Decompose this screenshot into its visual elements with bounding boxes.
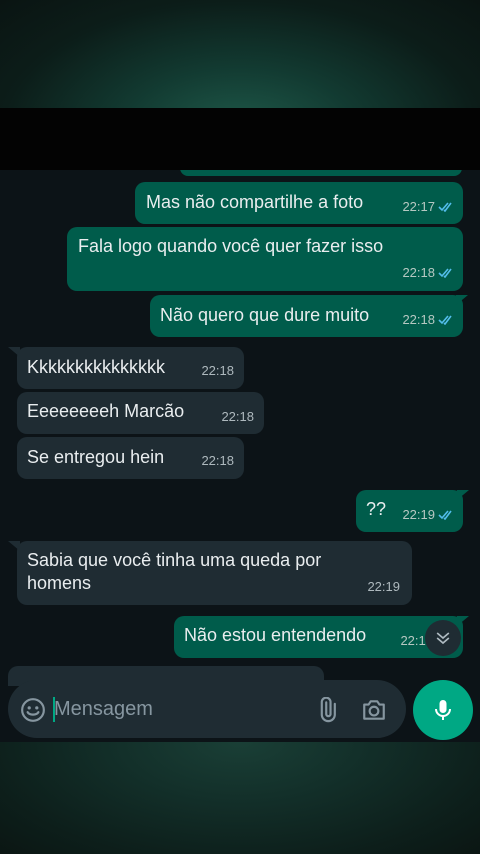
message-bubble-outgoing[interactable]: Mas não compartilhe a foto 22:17 bbox=[135, 182, 463, 224]
message-bubble-outgoing[interactable]: Não estou entendendo 22:19 bbox=[174, 616, 463, 658]
message-time: 22:18 bbox=[201, 363, 234, 378]
double-chevron-down-icon bbox=[436, 632, 450, 645]
bubble-tail bbox=[456, 295, 468, 305]
message-time: 22:19 bbox=[367, 579, 400, 594]
message-text: Eeeeeeeeh Marcão bbox=[27, 401, 185, 421]
camera-icon[interactable] bbox=[361, 697, 387, 723]
message-text-line-1: Sabia que você tinha uma queda por bbox=[27, 550, 322, 570]
double-check-read-icon bbox=[438, 202, 452, 212]
black-band bbox=[0, 108, 480, 170]
message-text: Mas não compartilhe a foto bbox=[146, 192, 364, 212]
message-bubble-incoming[interactable]: Se entregou hein 22:18 bbox=[17, 437, 244, 479]
double-check-read-icon bbox=[438, 268, 452, 278]
double-check-read-icon bbox=[438, 510, 452, 520]
message-meta: 22:17 bbox=[402, 195, 455, 218]
partial-message-bubble bbox=[180, 170, 462, 176]
message-text: Se entregou hein bbox=[27, 447, 165, 467]
paperclip-icon[interactable] bbox=[314, 697, 340, 723]
blurred-bottom-background bbox=[0, 742, 480, 854]
message-time: 22:18 bbox=[402, 265, 435, 280]
message-time: 22:18 bbox=[221, 409, 254, 424]
voice-message-button[interactable] bbox=[413, 680, 473, 740]
microphone-icon bbox=[435, 700, 451, 720]
message-bubble-incoming[interactable]: Eeeeeeeeh Marcão 22:18 bbox=[17, 392, 264, 434]
message-text: Fala logo quando você quer fazer isso bbox=[78, 236, 384, 256]
message-time: 22:18 bbox=[402, 312, 435, 327]
message-meta: 22:19 bbox=[402, 503, 455, 526]
message-text: Não estou entendendo bbox=[184, 625, 367, 645]
message-bubble-outgoing[interactable]: Fala logo quando você quer fazer isso 22… bbox=[67, 227, 463, 291]
message-bubble-incoming[interactable]: Sabia que você tinha uma queda por homen… bbox=[17, 541, 412, 605]
message-meta: 22:18 bbox=[402, 308, 455, 331]
bubble-tail bbox=[457, 616, 469, 626]
message-time: 22:19 bbox=[402, 507, 435, 522]
message-meta: 22:18 bbox=[402, 261, 455, 284]
emoji-icon[interactable] bbox=[20, 697, 46, 723]
message-input[interactable]: Mensagem bbox=[54, 698, 153, 721]
double-check-read-icon bbox=[438, 315, 452, 325]
message-text: Kkkkkkkkkkkkkkk bbox=[27, 357, 166, 377]
scroll-to-bottom-button[interactable] bbox=[425, 620, 461, 656]
message-composer[interactable]: Mensagem bbox=[8, 680, 406, 738]
chat-area[interactable]: Mas não compartilhe a foto 22:17 Fala lo… bbox=[0, 170, 480, 742]
message-bubble-incoming[interactable]: Kkkkkkkkkkkkkkk 22:18 bbox=[17, 347, 244, 389]
message-text-line-2: homens bbox=[27, 573, 92, 593]
message-text: ?? bbox=[366, 499, 387, 519]
bubble-tail bbox=[457, 490, 469, 500]
message-time: 22:18 bbox=[201, 453, 234, 468]
message-time: 22:17 bbox=[402, 199, 435, 214]
message-text: Não quero que dure muito bbox=[160, 305, 370, 325]
message-bubble-outgoing[interactable]: ?? 22:19 bbox=[356, 490, 463, 532]
message-bubble-outgoing[interactable]: Não quero que dure muito 22:18 bbox=[150, 295, 463, 337]
blurred-top-background bbox=[0, 0, 480, 110]
